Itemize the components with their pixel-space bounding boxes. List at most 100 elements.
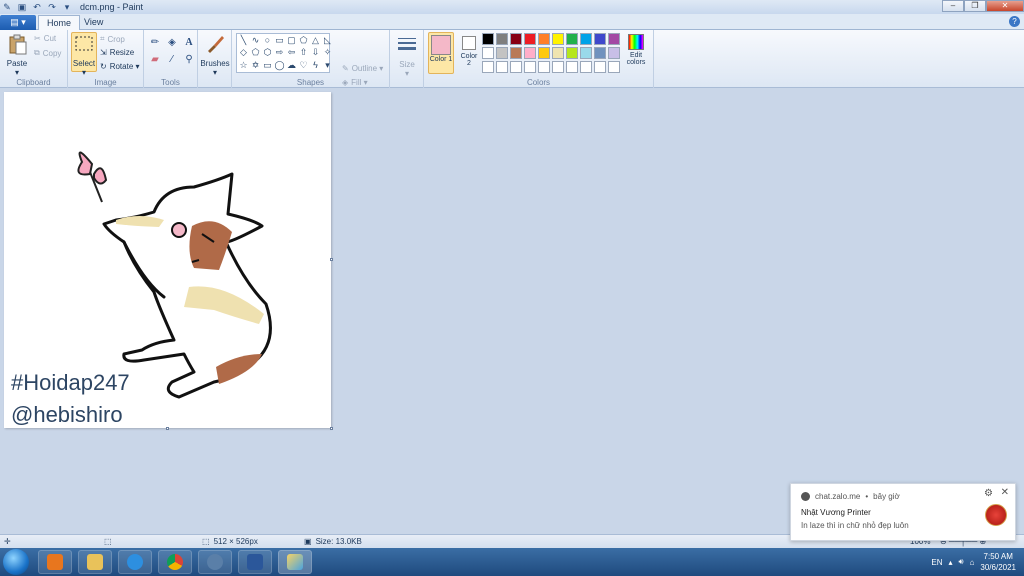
- outline-button[interactable]: ✎ Outline ▾: [342, 64, 383, 73]
- rotate-button[interactable]: ↻ Rotate ▾: [100, 62, 140, 71]
- paste-button[interactable]: Paste ▾: [4, 33, 30, 77]
- taskbar-internet-explorer[interactable]: [118, 550, 152, 574]
- taskbar-paint[interactable]: [278, 550, 312, 574]
- minimize-button[interactable]: –: [942, 0, 964, 12]
- right-arrow-shape-icon[interactable]: ⇨: [274, 47, 285, 58]
- up-arrow-shape-icon[interactable]: ⇧: [298, 47, 309, 58]
- palette-swatch[interactable]: [538, 47, 550, 59]
- close-icon[interactable]: ✕: [1001, 487, 1009, 498]
- show-hidden-icons-icon[interactable]: ▴: [949, 558, 953, 567]
- tab-home[interactable]: Home: [38, 15, 81, 31]
- color1-selector[interactable]: Color 1: [428, 32, 454, 74]
- fill-button[interactable]: ◈ Fill ▾: [342, 78, 368, 87]
- clock[interactable]: 7:50 AM 30/6/2021: [980, 551, 1016, 573]
- taskbar-chrome[interactable]: [158, 550, 192, 574]
- triangle-shape-icon[interactable]: △: [310, 35, 321, 46]
- palette-swatch[interactable]: [510, 33, 522, 45]
- undo-icon[interactable]: ↶: [32, 2, 42, 12]
- callout-rect-shape-icon[interactable]: ▭: [262, 60, 273, 71]
- help-icon[interactable]: ?: [1009, 16, 1020, 27]
- resize-handle-right[interactable]: [330, 258, 333, 261]
- rectangle-shape-icon[interactable]: ▭: [274, 35, 285, 46]
- select-button[interactable]: Select ▾: [71, 32, 97, 77]
- line-shape-icon[interactable]: ╲: [238, 35, 249, 46]
- palette-swatch[interactable]: [482, 61, 494, 73]
- volume-icon[interactable]: 🔊︎: [959, 557, 964, 567]
- palette-swatch[interactable]: [594, 47, 606, 59]
- palette-swatch[interactable]: [496, 61, 508, 73]
- down-arrow-shape-icon[interactable]: ⇩: [310, 47, 321, 58]
- drawing-canvas[interactable]: #Hoidap247 @hebishiro: [4, 92, 331, 428]
- polygon-shape-icon[interactable]: ⬠: [298, 35, 309, 46]
- five-point-star-shape-icon[interactable]: ☆: [238, 60, 249, 71]
- callout-oval-shape-icon[interactable]: ◯: [274, 60, 285, 71]
- palette-swatch[interactable]: [538, 61, 550, 73]
- paint-app-icon[interactable]: ✎: [2, 2, 12, 12]
- resize-handle-corner[interactable]: [330, 427, 333, 430]
- color2-selector[interactable]: Color 2: [458, 32, 480, 74]
- redo-icon[interactable]: ↷: [47, 2, 57, 12]
- palette-swatch[interactable]: [510, 61, 522, 73]
- customize-quick-access-icon[interactable]: ▾: [62, 2, 72, 12]
- palette-swatch[interactable]: [524, 33, 536, 45]
- resize-button[interactable]: ⇲ Resize: [100, 48, 134, 57]
- oval-shape-icon[interactable]: ○: [262, 35, 273, 46]
- file-menu-button[interactable]: ▤ ▾: [0, 15, 36, 30]
- taskbar-app[interactable]: [198, 550, 232, 574]
- palette-swatch[interactable]: [580, 61, 592, 73]
- taskbar-word[interactable]: [238, 550, 272, 574]
- palette-swatch[interactable]: [552, 61, 564, 73]
- palette-swatch[interactable]: [482, 33, 494, 45]
- fill-bucket-icon[interactable]: ◈: [165, 36, 179, 50]
- pencil-icon[interactable]: ✏: [148, 36, 162, 50]
- palette-swatch[interactable]: [608, 33, 620, 45]
- copy-button[interactable]: ⧉ Copy: [34, 48, 61, 58]
- palette-swatch[interactable]: [552, 47, 564, 59]
- crop-button[interactable]: ⌗ Crop: [100, 34, 125, 44]
- gear-icon[interactable]: ⚙: [984, 488, 993, 499]
- network-icon[interactable]: ⌂: [970, 558, 975, 567]
- cut-button[interactable]: ✂ Cut: [34, 34, 56, 43]
- palette-swatch[interactable]: [594, 33, 606, 45]
- palette-swatch[interactable]: [594, 61, 606, 73]
- hexagon-shape-icon[interactable]: ⬡: [262, 47, 273, 58]
- palette-swatch[interactable]: [524, 47, 536, 59]
- palette-swatch[interactable]: [538, 33, 550, 45]
- shapes-scroll-icon[interactable]: ▾: [322, 60, 333, 71]
- palette-swatch[interactable]: [580, 33, 592, 45]
- rounded-rectangle-shape-icon[interactable]: ▢: [286, 35, 297, 46]
- palette-swatch[interactable]: [566, 61, 578, 73]
- diamond-shape-icon[interactable]: ◇: [238, 47, 249, 58]
- start-button[interactable]: [3, 549, 29, 575]
- text-icon[interactable]: A: [182, 36, 196, 50]
- palette-swatch[interactable]: [566, 33, 578, 45]
- eraser-icon[interactable]: ▰: [148, 53, 162, 67]
- four-point-star-shape-icon[interactable]: ✧: [322, 47, 333, 58]
- palette-swatch[interactable]: [580, 47, 592, 59]
- edit-colors-button[interactable]: Edit colors: [624, 32, 648, 66]
- six-point-star-shape-icon[interactable]: ✡: [250, 60, 261, 71]
- palette-swatch[interactable]: [566, 47, 578, 59]
- resize-handle-bottom[interactable]: [166, 427, 169, 430]
- close-button[interactable]: ✕: [986, 0, 1024, 12]
- language-indicator[interactable]: EN: [931, 558, 942, 567]
- left-arrow-shape-icon[interactable]: ⇦: [286, 47, 297, 58]
- tab-view[interactable]: View: [76, 15, 111, 31]
- curve-shape-icon[interactable]: ∿: [250, 35, 261, 46]
- lightning-shape-icon[interactable]: ϟ: [310, 60, 321, 71]
- magnifier-icon[interactable]: ⚲: [182, 53, 196, 67]
- palette-swatch[interactable]: [552, 33, 564, 45]
- save-icon[interactable]: ▣: [17, 2, 27, 12]
- notification-toast[interactable]: chat.zalo.me • bây giờ ⚙ ✕ Nhật Vương Pr…: [790, 483, 1016, 541]
- palette-swatch[interactable]: [510, 47, 522, 59]
- size-button[interactable]: Size ▾: [394, 34, 420, 78]
- palette-swatch[interactable]: [496, 33, 508, 45]
- taskbar-media-player[interactable]: [38, 550, 72, 574]
- palette-swatch[interactable]: [524, 61, 536, 73]
- heart-shape-icon[interactable]: ♡: [298, 60, 309, 71]
- callout-cloud-shape-icon[interactable]: ☁: [286, 60, 297, 71]
- pentagon-shape-icon[interactable]: ⬠: [250, 47, 261, 58]
- color-picker-icon[interactable]: ⁄: [165, 53, 179, 67]
- palette-swatch[interactable]: [496, 47, 508, 59]
- palette-swatch[interactable]: [608, 61, 620, 73]
